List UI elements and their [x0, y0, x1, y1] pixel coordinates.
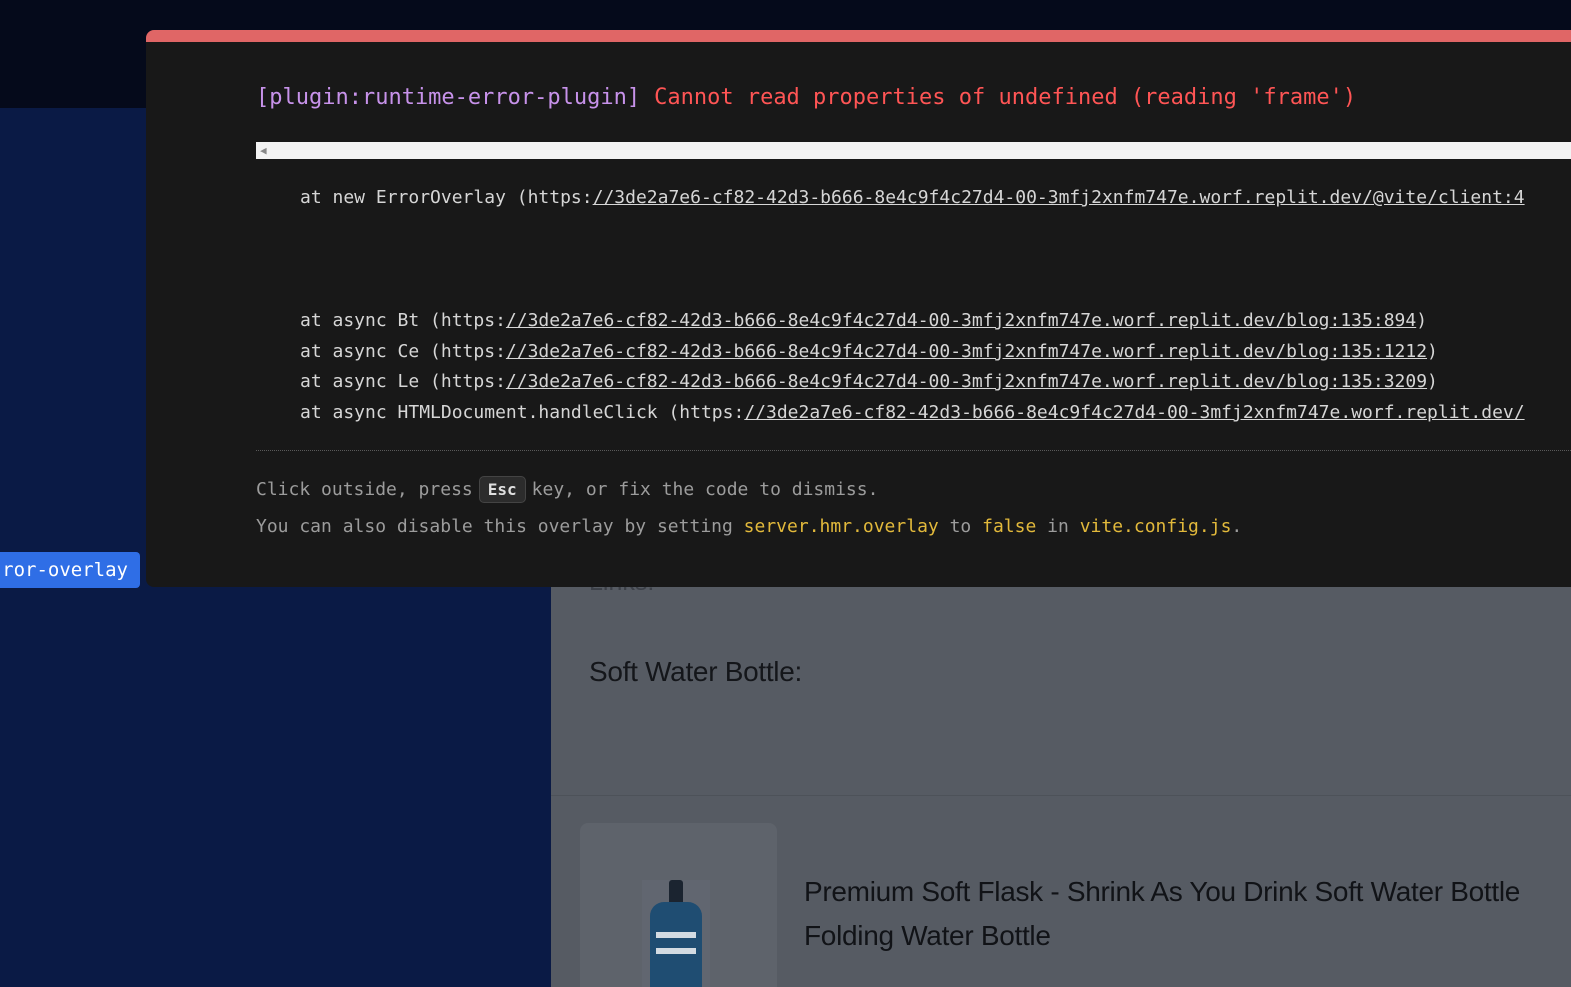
- stack-frame: at async HTMLDocument.handleClick (https…: [300, 402, 1525, 423]
- setting-name: server.hmr.overlay: [743, 516, 939, 537]
- stack-frame: at async Le (https://3de2a7e6-cf82-42d3-…: [300, 371, 1438, 392]
- error-message: [plugin:runtime-error-plugin] Cannot read…: [256, 85, 1356, 110]
- section-divider: [551, 795, 1571, 796]
- footer-divider: [256, 450, 1571, 451]
- dismiss-tip: Click outside, press Esc key, or fix the c…: [256, 476, 878, 503]
- product-section-heading: Soft Water Bottle:: [589, 656, 802, 687]
- error-overlay[interactable]: [plugin:runtime-error-plugin] Cannot read…: [146, 30, 1571, 587]
- stack-frame-link[interactable]: //3de2a7e6-cf82-42d3-b666-8e4c9f4c27d4-0…: [506, 310, 1416, 331]
- stack-frame: at async Ce (https://3de2a7e6-cf82-42d3-…: [300, 341, 1438, 362]
- water-bottle-image: [642, 880, 710, 987]
- setting-value: false: [982, 516, 1037, 537]
- product-title-link[interactable]: Premium Soft Flask - Shrink As You Drink…: [804, 870, 1571, 958]
- plugin-name: [plugin:runtime-error-plugin]: [256, 85, 641, 110]
- stack-frame-link[interactable]: //3de2a7e6-cf82-42d3-b666-8e4c9f4c27d4-0…: [506, 341, 1427, 362]
- product-image-card[interactable]: [580, 823, 777, 987]
- scroll-left-icon[interactable]: ◀: [260, 143, 267, 158]
- error-message-text: Cannot read properties of undefined (rea…: [654, 85, 1357, 110]
- esc-key: Esc: [478, 476, 526, 503]
- error-accent-bar: [146, 30, 1571, 42]
- stack-frame: at new ErrorOverlay (https://3de2a7e6-cf…: [300, 187, 1525, 208]
- element-inspector-tag: ror-overlay: [0, 552, 140, 588]
- stack-frame-link[interactable]: //3de2a7e6-cf82-42d3-b666-8e4c9f4c27d4-0…: [506, 371, 1427, 392]
- stack-frame: at async Bt (https://3de2a7e6-cf82-42d3-…: [300, 310, 1428, 331]
- disable-tip: You can also disable this overlay by set…: [256, 516, 1243, 537]
- stack-frame-link[interactable]: //3de2a7e6-cf82-42d3-b666-8e4c9f4c27d4-0…: [593, 187, 1525, 208]
- element-tag-label: ror-overlay: [2, 559, 128, 581]
- horizontal-scrollbar[interactable]: ◀: [256, 142, 1571, 159]
- stack-frame-link[interactable]: //3de2a7e6-cf82-42d3-b666-8e4c9f4c27d4-0…: [744, 402, 1524, 423]
- config-file: vite.config.js: [1079, 516, 1232, 537]
